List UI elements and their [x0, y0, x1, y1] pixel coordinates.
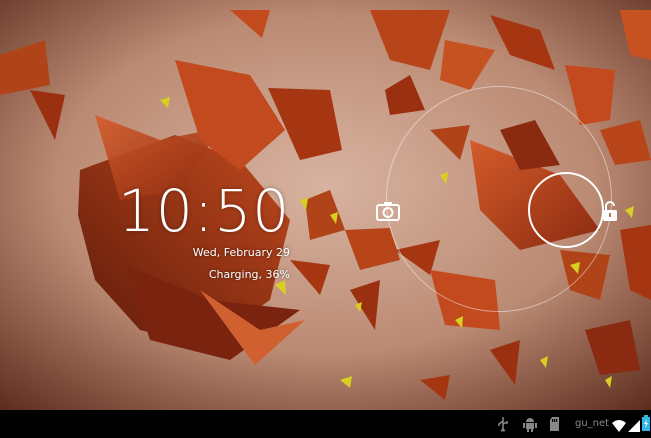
lock-screen: 10:50 Wed, February 29 Charging, 36% gu_…: [0, 0, 651, 438]
network-name: gu_net: [575, 418, 610, 429]
battery-icon: [642, 415, 650, 435]
lock-clock: 10:50: [118, 177, 291, 245]
camera-icon[interactable]: [376, 200, 400, 222]
sd-card-icon: [549, 416, 560, 436]
android-debug-icon: [523, 416, 537, 436]
system-status-bar: gu_net: [0, 410, 651, 438]
wifi-icon: [612, 417, 626, 436]
charging-status: Charging, 36%: [208, 268, 290, 281]
lock-date: Wed, February 29: [192, 246, 290, 259]
usb-icon: [497, 416, 509, 436]
unlock-padlock-icon[interactable]: [601, 200, 619, 222]
unlock-handle[interactable]: [528, 172, 604, 248]
signal-icon: [628, 417, 640, 436]
